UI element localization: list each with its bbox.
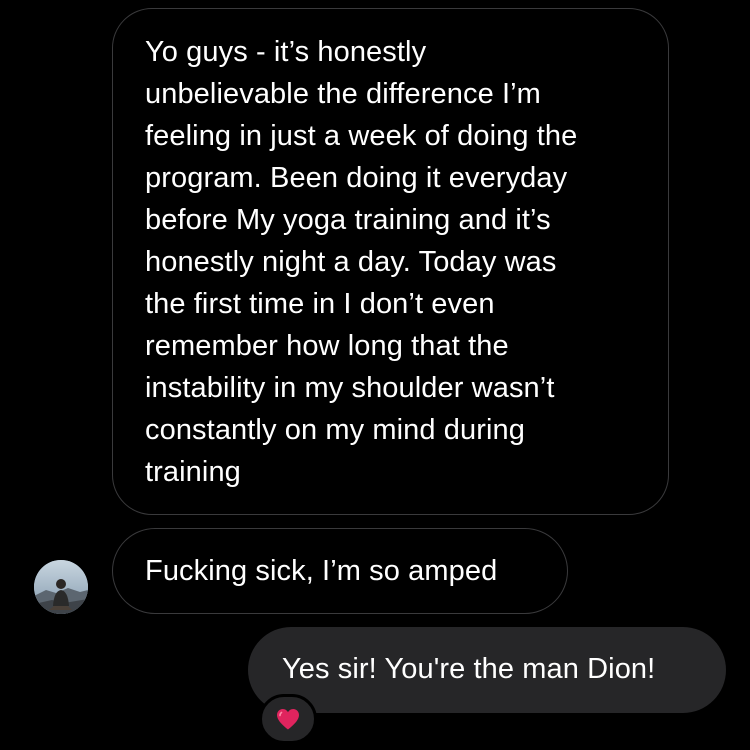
message-text: Yes sir! You're the man Dion! (282, 653, 656, 685)
incoming-message-bubble[interactable]: Yo guys - it’s honestly unbelievable the… (112, 8, 669, 515)
heart-icon (277, 709, 299, 730)
outgoing-message-bubble[interactable]: Yes sir! You're the man Dion! (248, 627, 726, 713)
heart-reaction[interactable] (259, 694, 317, 744)
chat-thread: Yo guys - it’s honestly unbelievable the… (0, 0, 750, 750)
message-text: Yo guys - it’s honestly unbelievable the… (145, 36, 578, 488)
avatar-photo-icon (34, 560, 88, 614)
incoming-message-bubble[interactable]: Fucking sick, I’m so amped (112, 528, 568, 614)
user-avatar-icon[interactable] (34, 560, 88, 614)
message-text: Fucking sick, I’m so amped (145, 555, 498, 587)
